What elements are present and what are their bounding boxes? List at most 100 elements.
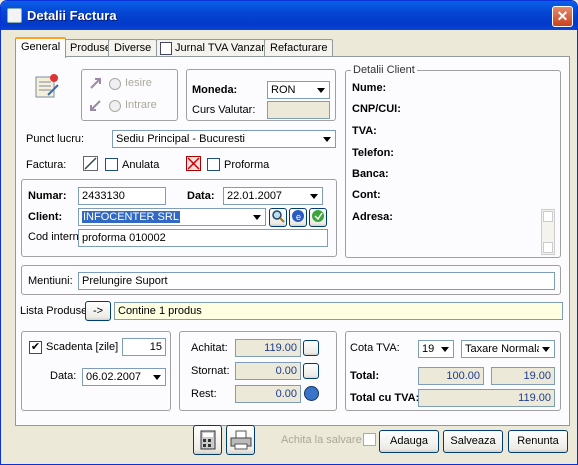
in-arrow-icon [88, 98, 104, 114]
products-summary: Contine 1 produs [114, 302, 563, 320]
info-icon: e [292, 210, 304, 222]
out-arrow-icon [88, 76, 104, 92]
taxare-value: Taxare Normala [465, 343, 543, 355]
anulata-checkbox[interactable] [105, 158, 118, 171]
chevron-down-icon [320, 132, 334, 146]
punct-lucru-select[interactable]: Sediu Principal - Bucuresti [112, 130, 336, 148]
mentiuni-group: Mentiuni: Prelungire Suport [21, 265, 561, 295]
curs-label: Curs Valutar: [192, 104, 256, 116]
total-label: Total: [350, 370, 380, 382]
stornat-label: Stornat: [191, 365, 230, 377]
taxare-select[interactable]: Taxare Normala [461, 340, 555, 358]
invoice-document-icon [32, 71, 62, 101]
currency-group: Moneda: RON Curs Valutar: [186, 69, 336, 121]
title-bar: Detalii Factura ✕ [1, 1, 577, 30]
adresa-label: Adresa: [352, 211, 393, 223]
cancelled-icon [83, 156, 98, 171]
app-icon [7, 8, 22, 23]
window-title: Detalii Factura [27, 8, 117, 23]
tab-diverse[interactable]: Diverse [108, 39, 158, 57]
cnp-label: CNP/CUI: [352, 103, 401, 115]
achitat-value: 119.00 [235, 339, 301, 357]
achita-salvare-label: Achita la salvare [281, 434, 362, 446]
svg-text:e: e [296, 212, 301, 222]
calculator-button[interactable] [193, 425, 222, 455]
data-select[interactable]: 22.01.2007 [223, 187, 323, 205]
search-client-button[interactable] [269, 208, 287, 227]
client-select[interactable]: INFOCENTER SRL [78, 208, 266, 226]
cota-tva-value: 19 [422, 343, 435, 355]
scadenta-data-label: Data: [50, 370, 77, 382]
info-icon[interactable] [304, 386, 319, 401]
data-value: 22.01.2007 [227, 190, 283, 202]
chevron-down-icon [438, 342, 452, 356]
direction-group: Iesire Intrare [81, 69, 178, 121]
invoice-window: Detalii Factura ✕ General Produse Divers… [0, 0, 578, 465]
achitat-label: Achitat: [191, 342, 228, 354]
lista-produse-label: Lista Produse [20, 305, 88, 317]
tab-refacturare[interactable]: Refacturare [264, 39, 334, 57]
scadenta-data-value: 06.02.2007 [86, 371, 142, 383]
tva-group: Cota TVA: 19 Taxare Normala Total: 100.0… [345, 331, 561, 411]
mentiuni-input[interactable]: Prelungire Suport [78, 272, 555, 290]
scadenta-label: Scadenta [zile] [46, 341, 119, 353]
tab-jurnal-label: Jurnal TVA Vanzari [175, 42, 268, 54]
achitat-button[interactable] [303, 340, 319, 356]
open-products-button[interactable]: -> [85, 301, 111, 321]
adauga-button[interactable]: Adauga [379, 430, 439, 453]
print-button[interactable] [226, 425, 255, 455]
cont-label: Cont: [352, 189, 381, 201]
intrare-label: Intrare [125, 99, 157, 111]
payments-group: Achitat: 119.00 Stornat: 0.00 Rest: 0.00 [179, 331, 337, 411]
stornat-button[interactable] [303, 363, 319, 379]
renunta-button[interactable]: Renunta [508, 430, 568, 453]
chevron-down-icon [150, 370, 164, 384]
banca-label: Banca: [352, 168, 389, 180]
intrare-radio[interactable] [109, 100, 121, 112]
total-net-value: 100.00 [418, 367, 484, 385]
tab-general[interactable]: General [15, 37, 67, 58]
cota-tva-select[interactable]: 19 [418, 340, 454, 358]
close-button[interactable]: ✕ [552, 6, 573, 27]
iesire-label: Iesire [125, 77, 152, 89]
stornat-value: 0.00 [235, 362, 301, 380]
chevron-down-icon [539, 342, 553, 356]
adresa-scrollbar[interactable] [541, 209, 555, 255]
scadenta-checkbox[interactable]: ✔ [29, 341, 42, 354]
mentiuni-label: Mentiuni: [28, 275, 73, 287]
chevron-down-icon [314, 83, 328, 97]
client-info-button[interactable]: e [289, 208, 307, 227]
numar-input[interactable]: 2433130 [78, 187, 166, 205]
proforma-checkbox[interactable] [207, 158, 220, 171]
cod-intern-input[interactable]: proforma 010002 [78, 229, 328, 247]
total-tva-value: 19.00 [491, 367, 555, 385]
rest-label: Rest: [191, 388, 217, 400]
nume-label: Nume: [352, 82, 387, 94]
scroll-down-icon[interactable] [543, 242, 553, 253]
scadenta-group: ✔ Scadenta [zile] 15 Data: 06.02.2007 [21, 331, 171, 411]
moneda-select[interactable]: RON [267, 81, 330, 99]
factura-label: Factura: [26, 159, 67, 171]
proforma-icon [186, 156, 201, 171]
add-client-button[interactable] [309, 208, 327, 227]
chevron-down-icon [250, 210, 264, 224]
scroll-up-icon[interactable] [543, 211, 553, 222]
telefon-label: Telefon: [352, 147, 394, 159]
tab-jurnal-tva[interactable]: Jurnal TVA Vanzari [156, 39, 274, 57]
total-cu-tva-label: Total cu TVA: [350, 392, 420, 404]
rest-value: 0.00 [235, 385, 301, 403]
achita-salvare-checkbox[interactable] [363, 433, 376, 446]
data-label: Data: [187, 190, 215, 202]
iesire-radio[interactable] [109, 78, 121, 90]
moneda-value: RON [271, 84, 296, 96]
curs-input[interactable] [267, 101, 330, 119]
client-label: Client: [28, 211, 63, 223]
moneda-label: Moneda: [192, 84, 238, 96]
scadenta-days-input[interactable]: 15 [122, 338, 166, 356]
salveaza-button[interactable]: Salveaza [443, 430, 503, 453]
document-group: Numar: 2433130 Data: 22.01.2007 Client: … [21, 179, 337, 257]
scadenta-data-select[interactable]: 06.02.2007 [82, 368, 166, 386]
cod-intern-label: Cod intern: [28, 231, 82, 243]
printer-icon [230, 430, 251, 450]
tva-label: TVA: [352, 125, 377, 137]
